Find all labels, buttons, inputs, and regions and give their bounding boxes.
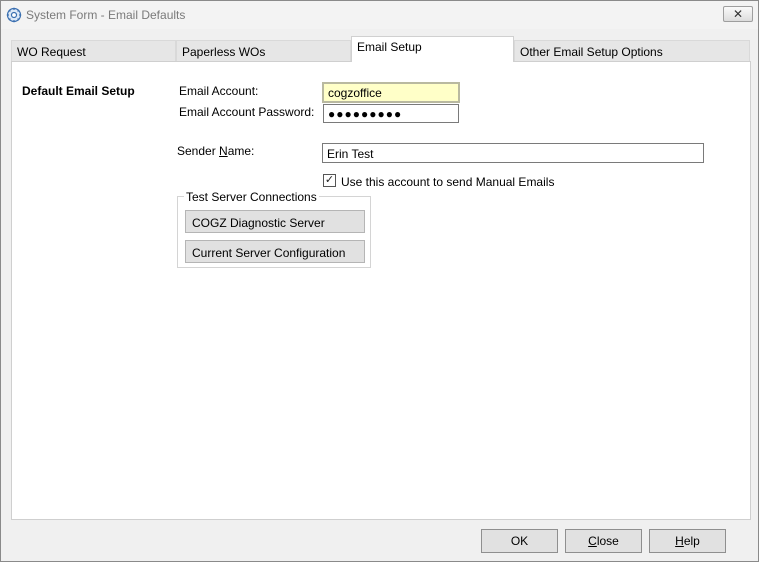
email-account-input[interactable]: cogzoffice xyxy=(322,82,460,103)
email-setup-panel xyxy=(11,61,751,520)
checkmark-icon: ✓ xyxy=(324,174,335,186)
help-label-rest: elp xyxy=(683,534,700,548)
manual-email-checkbox[interactable]: ✓ xyxy=(323,174,336,187)
tab-email-setup[interactable]: Email Setup xyxy=(351,36,514,62)
close-accelerator: C xyxy=(588,534,597,548)
tab-paperless-wos[interactable]: Paperless WOs xyxy=(176,40,351,62)
section-heading: Default Email Setup xyxy=(22,84,135,98)
title-bar: System Form - Email Defaults ✕ xyxy=(1,1,758,29)
close-button[interactable]: Close xyxy=(565,529,642,553)
sender-label-text-rest: ame: xyxy=(227,144,255,158)
tab-strip: WO Request Paperless WOs Email Setup Oth… xyxy=(1,36,759,62)
tab-other-email-setup-options[interactable]: Other Email Setup Options xyxy=(514,40,750,62)
help-accelerator: H xyxy=(675,534,684,548)
email-account-label: Email Account: xyxy=(179,84,259,98)
sender-name-input[interactable]: Erin Test xyxy=(322,143,704,163)
tab-label: WO Request xyxy=(17,45,86,59)
app-gear-icon xyxy=(6,7,22,23)
tab-label: Email Setup xyxy=(357,40,422,54)
ok-button[interactable]: OK xyxy=(481,529,558,553)
sender-label-text: Sender xyxy=(177,144,220,158)
tab-wo-request[interactable]: WO Request xyxy=(11,40,176,62)
button-label: Current Server Configuration xyxy=(192,246,346,260)
window-title: System Form - Email Defaults xyxy=(26,8,186,22)
password-label: Email Account Password: xyxy=(179,105,315,119)
button-label: Help xyxy=(675,534,700,548)
manual-email-checkbox-label[interactable]: Use this account to send Manual Emails xyxy=(341,175,554,189)
email-defaults-window: System Form - Email Defaults ✕ WO Reques… xyxy=(0,0,759,562)
help-button[interactable]: Help xyxy=(649,529,726,553)
current-server-configuration-button[interactable]: Current Server Configuration xyxy=(185,240,365,263)
sender-label-accelerator: N xyxy=(219,144,228,158)
button-label: Close xyxy=(588,534,619,548)
sender-name-label: Sender Name: xyxy=(177,144,254,158)
tab-label: Paperless WOs xyxy=(182,45,266,59)
close-icon: ✕ xyxy=(732,7,744,21)
window-close-button[interactable]: ✕ xyxy=(723,6,753,22)
cogz-diagnostic-server-button[interactable]: COGZ Diagnostic Server xyxy=(185,210,365,233)
close-label-rest: lose xyxy=(596,534,619,548)
tab-label: Other Email Setup Options xyxy=(520,45,663,59)
button-label: OK xyxy=(510,534,529,548)
button-label: COGZ Diagnostic Server xyxy=(192,216,325,230)
test-server-connections-title: Test Server Connections xyxy=(184,190,319,204)
password-input[interactable]: ●●●●●●●●● xyxy=(323,104,459,123)
